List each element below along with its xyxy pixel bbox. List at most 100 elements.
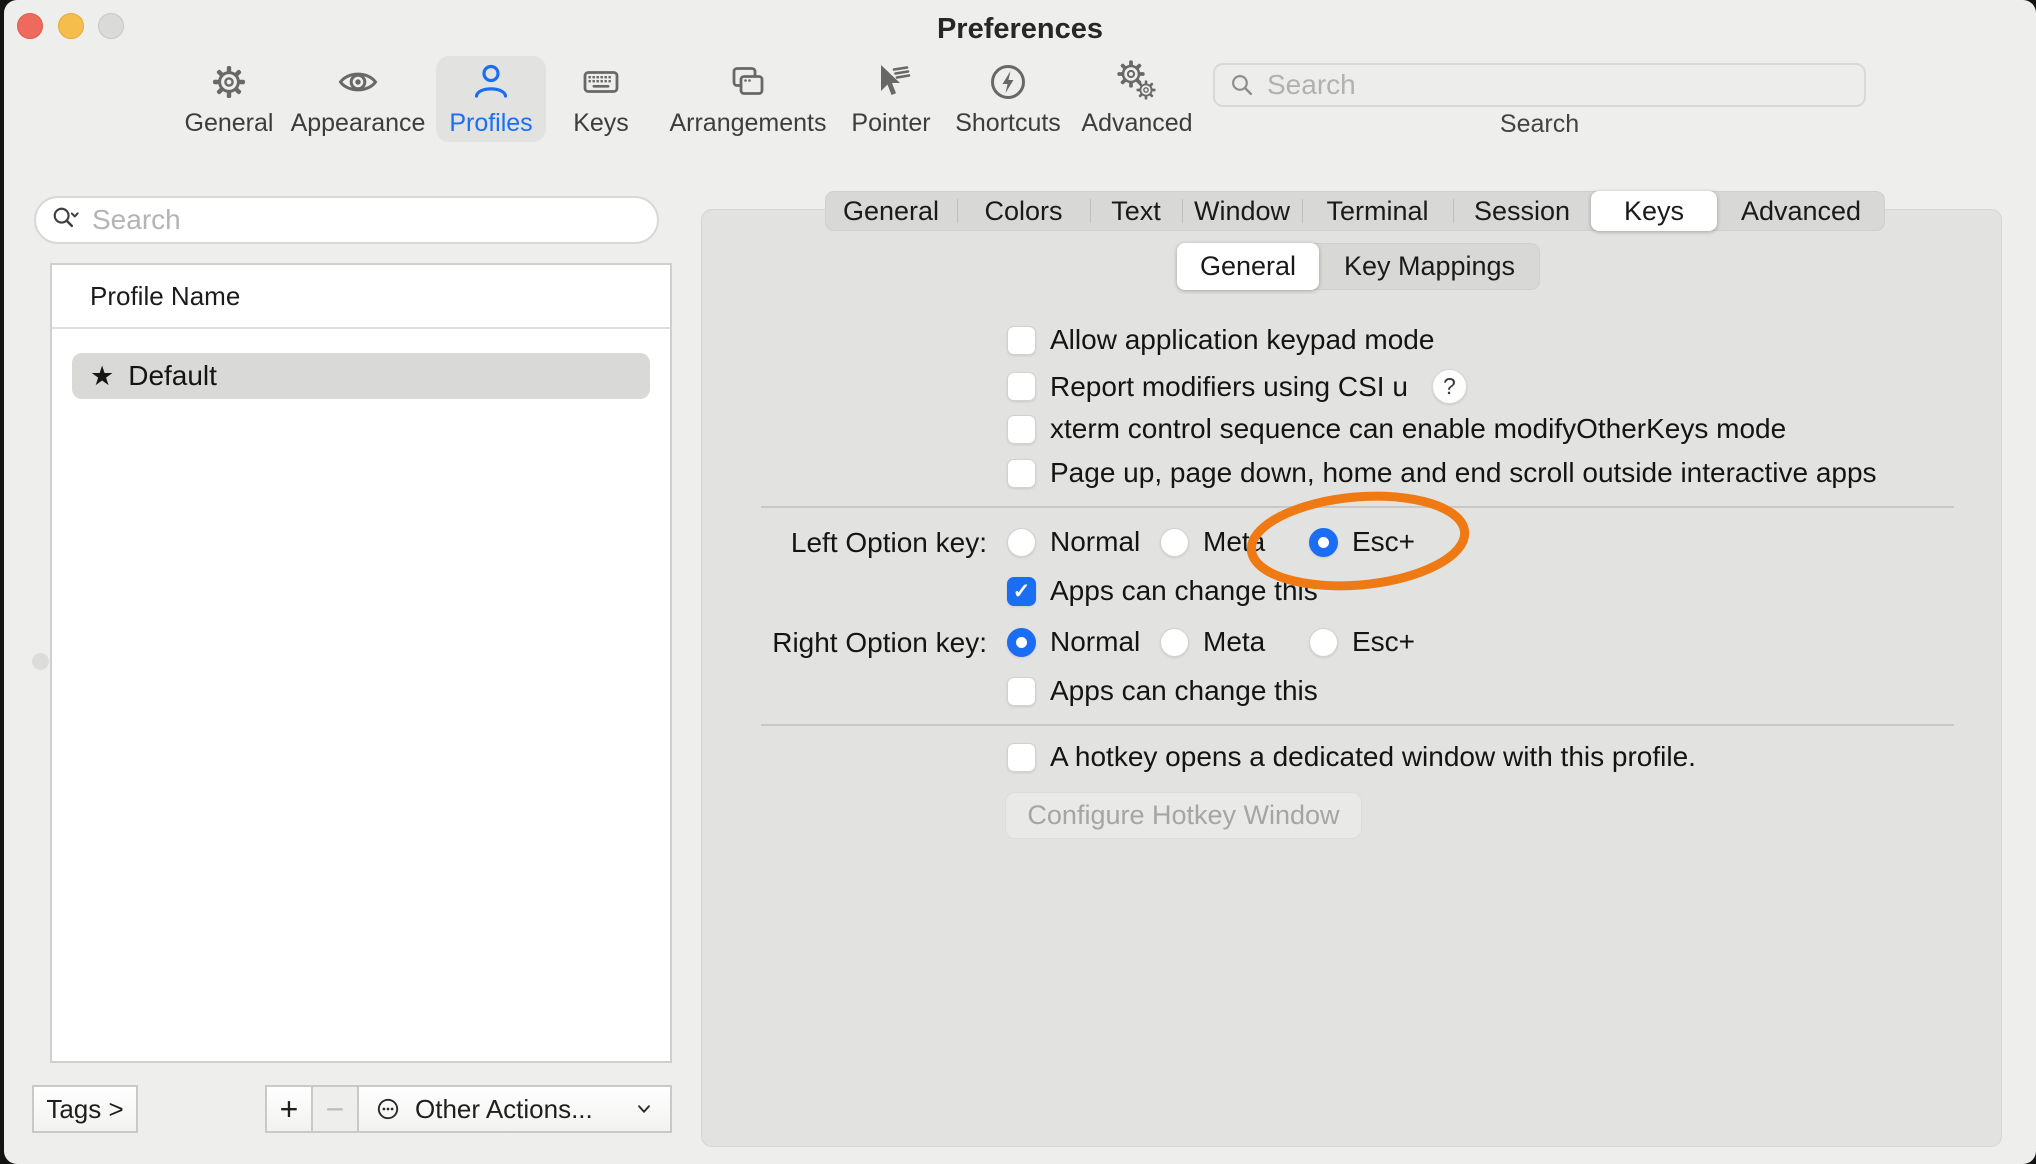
subtab-key-mappings[interactable]: Key Mappings <box>1319 243 1540 290</box>
left-option-normal-radio[interactable]: Normal <box>1007 526 1140 558</box>
radio-label: Normal <box>1050 526 1140 558</box>
checkbox-label: Allow application keypad mode <box>1050 324 1434 356</box>
checkbox-label: Page up, page down, home and end scroll … <box>1050 457 1877 489</box>
keys-subtab-bar: General Key Mappings <box>1177 243 1540 290</box>
keyboard-icon <box>578 56 624 108</box>
tags-button[interactable]: Tags > <box>32 1085 138 1133</box>
right-option-normal-radio[interactable]: Normal <box>1007 626 1140 658</box>
checkbox[interactable] <box>1007 743 1036 772</box>
profile-actions-group: + − Other Actions... <box>265 1085 672 1133</box>
checkbox-label: Report modifiers using CSI u <box>1050 371 1408 403</box>
radio-label: Normal <box>1050 626 1140 658</box>
configure-hotkey-window-button[interactable]: Configure Hotkey Window <box>1005 792 1362 839</box>
toolbar-item-shortcuts[interactable]: Shortcuts <box>948 56 1068 142</box>
radio-selected[interactable] <box>1309 528 1338 557</box>
right-option-meta-radio[interactable]: Meta <box>1160 626 1265 658</box>
tab-keys[interactable]: Keys <box>1591 191 1717 231</box>
search-icon <box>1227 70 1257 100</box>
tab-text[interactable]: Text <box>1090 191 1182 231</box>
checkbox-label: Apps can change this <box>1050 575 1318 607</box>
toolbar-label: Appearance <box>291 111 426 136</box>
profile-list-header: Profile Name <box>52 265 670 329</box>
checkbox[interactable] <box>1007 415 1036 444</box>
toolbar-item-profiles[interactable]: Profiles <box>436 56 546 142</box>
tab-terminal[interactable]: Terminal <box>1302 191 1453 231</box>
other-actions-dropdown[interactable]: Other Actions... <box>357 1085 672 1133</box>
search-placeholder: Search <box>1267 69 1356 101</box>
preferences-window: Preferences General Appearance Profiles <box>4 0 2036 1164</box>
toolbar-search-caption: Search <box>1213 110 1866 139</box>
radio-selected[interactable] <box>1007 628 1036 657</box>
profile-row-default[interactable]: ★ Default <box>72 353 650 399</box>
checkbox[interactable] <box>1007 677 1036 706</box>
eye-icon <box>335 56 381 108</box>
toolbar-item-advanced[interactable]: Advanced <box>1076 56 1198 142</box>
toolbar-label: Pointer <box>851 111 930 136</box>
toolbar-label: Profiles <box>449 111 532 136</box>
add-profile-button[interactable]: + <box>265 1085 311 1133</box>
chevron-down-icon <box>632 1097 656 1121</box>
divider <box>761 506 1954 508</box>
toolbar-item-pointer[interactable]: Pointer <box>836 56 946 142</box>
remove-profile-button[interactable]: − <box>311 1085 357 1133</box>
radio[interactable] <box>1309 628 1338 657</box>
profile-tab-bar: General Colors Text Window Terminal Sess… <box>825 191 1885 231</box>
checkbox-row-csi-u[interactable]: Report modifiers using CSI u ? <box>1007 369 1467 404</box>
tab-advanced[interactable]: Advanced <box>1717 191 1885 231</box>
radio-label: Esc+ <box>1352 526 1415 558</box>
circle-ellipsis-icon <box>373 1094 403 1124</box>
person-icon <box>469 56 513 108</box>
profile-search-input[interactable]: Search <box>34 196 659 244</box>
subtab-general[interactable]: General <box>1177 243 1319 290</box>
radio[interactable] <box>1007 528 1036 557</box>
checkbox[interactable] <box>1007 326 1036 355</box>
checkbox[interactable] <box>1007 372 1036 401</box>
tab-session[interactable]: Session <box>1453 191 1591 231</box>
profile-name: Default <box>128 360 217 392</box>
toolbar-label: Advanced <box>1081 111 1192 136</box>
window-title: Preferences <box>4 13 2036 46</box>
bolt-circle-icon <box>986 56 1030 108</box>
left-option-esc-radio[interactable]: Esc+ <box>1309 526 1415 558</box>
help-button[interactable]: ? <box>1432 369 1467 404</box>
gear-icon <box>207 56 251 108</box>
tab-window[interactable]: Window <box>1182 191 1302 231</box>
divider <box>761 724 1954 726</box>
toolbar-item-keys[interactable]: Keys <box>546 56 656 142</box>
checkbox-row-scroll-outside-apps[interactable]: Page up, page down, home and end scroll … <box>1007 457 1877 489</box>
left-option-meta-radio[interactable]: Meta <box>1160 526 1265 558</box>
toolbar-label: Shortcuts <box>955 111 1061 136</box>
checkbox-row-modify-other-keys[interactable]: xterm control sequence can enable modify… <box>1007 413 1786 445</box>
hotkey-checkbox-row[interactable]: A hotkey opens a dedicated window with t… <box>1007 741 1696 773</box>
screenshot-stage: Preferences General Appearance Profiles <box>0 0 2036 1164</box>
right-option-apps-can-change[interactable]: Apps can change this <box>1007 675 1318 707</box>
check-icon: ✓ <box>1013 579 1031 604</box>
other-actions-label: Other Actions... <box>415 1094 593 1125</box>
toolbar-item-general[interactable]: General <box>169 56 289 142</box>
radio[interactable] <box>1160 628 1189 657</box>
tab-colors[interactable]: Colors <box>957 191 1090 231</box>
right-option-key-label: Right Option key: <box>667 627 987 659</box>
radio-label: Meta <box>1203 626 1265 658</box>
toolbar-label: General <box>185 111 274 136</box>
tab-general[interactable]: General <box>825 191 957 231</box>
gears-icon <box>1114 56 1160 108</box>
checkbox-checked[interactable]: ✓ <box>1007 577 1036 606</box>
right-option-esc-radio[interactable]: Esc+ <box>1309 626 1415 658</box>
checkbox[interactable] <box>1007 459 1036 488</box>
profile-list: Profile Name ★ Default <box>50 263 672 1063</box>
radio[interactable] <box>1160 528 1189 557</box>
toolbar-search-input[interactable]: Search <box>1213 63 1866 107</box>
toolbar-item-appearance[interactable]: Appearance <box>288 56 428 142</box>
left-option-apps-can-change[interactable]: ✓ Apps can change this <box>1007 575 1318 607</box>
pane-splitter-dot[interactable] <box>32 653 49 670</box>
checkbox-label: xterm control sequence can enable modify… <box>1050 413 1786 445</box>
checkbox-label: A hotkey opens a dedicated window with t… <box>1050 741 1696 773</box>
checkbox-row-keypad-mode[interactable]: Allow application keypad mode <box>1007 324 1434 356</box>
windows-icon <box>725 56 771 108</box>
toolbar-item-arrangements[interactable]: Arrangements <box>668 56 828 142</box>
toolbar-label: Arrangements <box>669 111 826 136</box>
radio-label: Esc+ <box>1352 626 1415 658</box>
search-placeholder: Search <box>92 204 181 236</box>
radio-label: Meta <box>1203 526 1265 558</box>
